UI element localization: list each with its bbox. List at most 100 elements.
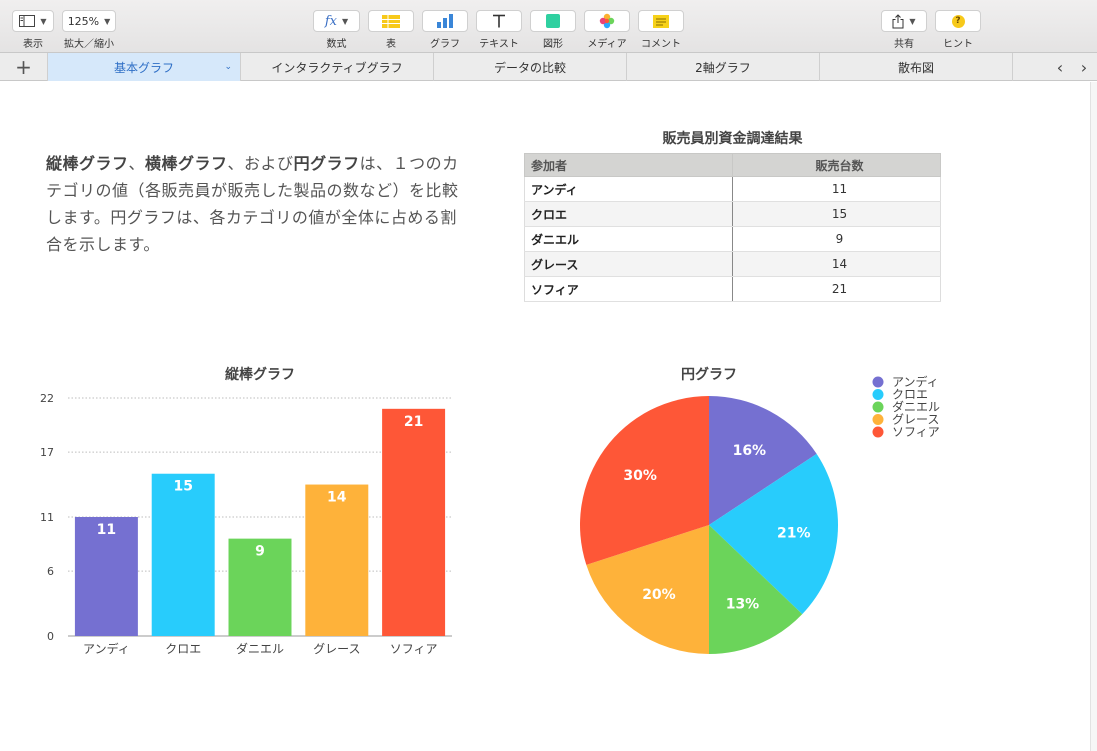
share-button[interactable]: ▼ xyxy=(881,10,927,32)
shape-button[interactable] xyxy=(530,10,576,32)
zoom-value: 125% xyxy=(67,14,100,28)
text-tool[interactable]: テキスト xyxy=(476,10,522,50)
tab-dual-axis-chart[interactable]: 2軸グラフ xyxy=(627,53,820,81)
vertical-scrollbar[interactable] xyxy=(1090,82,1097,751)
bar-value-label: 14 xyxy=(327,490,347,506)
table-cell-name[interactable]: ソフィア xyxy=(524,276,733,302)
bar[interactable] xyxy=(382,408,446,636)
tab-data-comparison[interactable]: データの比較 xyxy=(434,53,627,81)
prev-tab-arrow-icon[interactable]: ‹ xyxy=(1049,53,1071,81)
table-title: 販売員別資金調達結果 xyxy=(662,131,803,147)
table-cell-value[interactable]: 11 xyxy=(732,176,941,202)
intro-text[interactable]: 縦棒グラフ、横棒グラフ、および円グラフは、１つのカテゴリの値（各販売員が販売した… xyxy=(46,150,471,258)
chart-icon xyxy=(437,14,453,28)
table-row: ソフィア 21 xyxy=(524,276,941,302)
x-tick-label: ダニエル xyxy=(236,641,284,656)
legend-swatch xyxy=(872,426,884,438)
table-cell-name[interactable]: クロエ xyxy=(524,201,733,227)
chart-label: グラフ xyxy=(430,39,460,50)
share-menu[interactable]: ▼ 共有 xyxy=(881,10,927,50)
zoom-select[interactable]: 125% ▼ xyxy=(62,10,116,32)
column-chart[interactable]: 縦棒グラフ 0 6 11 17 22 11 アンディ 15 クロエ 9 ダニエル 14 グレース 21 ソフィ… xyxy=(30,362,470,662)
table-cell-name[interactable]: グレース xyxy=(524,251,733,277)
sidebar-view-icon xyxy=(19,15,36,27)
chevron-down-icon: ▼ xyxy=(342,16,349,26)
table-tool[interactable]: 表 xyxy=(368,10,414,50)
tab-interactive-charts[interactable]: インタラクティブグラフ xyxy=(241,53,434,81)
tab-label: インタラクティブグラフ xyxy=(271,60,403,75)
table-cell-name[interactable]: アンディ xyxy=(524,176,733,202)
chart-tool[interactable]: グラフ xyxy=(422,10,468,50)
x-tick-label: クロエ xyxy=(165,642,201,656)
bar[interactable] xyxy=(305,484,369,636)
chart-title: 縦棒グラフ xyxy=(225,366,295,383)
y-tick-label: 6 xyxy=(47,565,54,578)
comment-button[interactable] xyxy=(638,10,684,32)
text-label: テキスト xyxy=(479,39,519,50)
table-cell-value[interactable]: 14 xyxy=(732,251,941,277)
comment-tool[interactable]: コメント xyxy=(638,10,684,50)
pie-chart[interactable]: 円グラフ16%21%13%20%30%アンディクロエダニエルグレースソフィア xyxy=(560,362,960,662)
formula-button[interactable]: fx ▼ xyxy=(313,10,360,32)
tips-icon: ? xyxy=(951,14,965,28)
tips-button[interactable]: ? xyxy=(935,10,981,32)
table-row: ダニエル 9 xyxy=(524,226,941,252)
view-label: 表示 xyxy=(23,39,43,50)
table-row: グレース 14 xyxy=(524,251,941,277)
y-tick-label: 22 xyxy=(40,392,54,405)
intro-sep: 、 xyxy=(128,154,146,173)
table-row: アンディ 11 xyxy=(524,176,941,202)
chevron-down-icon: ▼ xyxy=(909,16,916,26)
intro-bold-column: 縦棒グラフ xyxy=(46,154,129,173)
tab-basic-charts[interactable]: 基本グラフ ⌄ xyxy=(48,53,241,81)
comment-icon xyxy=(653,14,669,28)
view-menu[interactable]: ▼ 表示 xyxy=(12,10,54,50)
text-icon xyxy=(493,14,505,28)
bar-value-label: 15 xyxy=(173,479,192,495)
x-tick-label: アンディ xyxy=(83,641,130,656)
column-header[interactable]: 参加者 xyxy=(524,153,733,177)
text-button[interactable] xyxy=(476,10,522,32)
fx-icon: fx xyxy=(324,13,337,29)
view-button[interactable]: ▼ xyxy=(12,10,54,32)
sheet-tab-bar: + 基本グラフ ⌄ インタラクティブグラフ データの比較 2軸グラフ 散布図 ‹… xyxy=(0,53,1097,81)
zoom-menu[interactable]: 125% ▼ 拡大／縮小 xyxy=(62,10,116,50)
sheet-canvas: 縦棒グラフ、横棒グラフ、および円グラフは、１つのカテゴリの値（各販売員が販売した… xyxy=(0,82,1090,751)
chart-button[interactable] xyxy=(422,10,468,32)
bar-value-label: 11 xyxy=(97,522,116,538)
table-cell-value[interactable]: 21 xyxy=(732,276,941,302)
table-cell-value[interactable]: 15 xyxy=(732,201,941,227)
next-tab-arrow-icon[interactable]: › xyxy=(1073,53,1095,81)
zoom-label: 拡大／縮小 xyxy=(64,39,114,50)
legend-swatch xyxy=(872,376,884,388)
media-tool[interactable]: メディア xyxy=(584,10,630,50)
table-button[interactable] xyxy=(368,10,414,32)
chevron-down-icon[interactable]: ⌄ xyxy=(224,62,232,72)
table-cell-value[interactable]: 9 xyxy=(732,226,941,252)
sales-table[interactable]: 参加者 販売台数 アンディ 11 クロエ 15 ダニエル 9 グレース 14 ソ xyxy=(524,153,941,302)
table-row: クロエ 15 xyxy=(524,201,941,227)
media-icon xyxy=(599,13,615,29)
intro-bold-pie: 円グラフ xyxy=(293,154,360,173)
media-button[interactable] xyxy=(584,10,630,32)
toolbar: ▼ 表示 125% ▼ 拡大／縮小 fx ▼ 数式 表 グラフ テキスト 図形 … xyxy=(0,0,1097,53)
column-header[interactable]: 販売台数 xyxy=(732,153,941,177)
shape-tool[interactable]: 図形 xyxy=(530,10,576,50)
bar[interactable] xyxy=(151,473,215,636)
intro-mid: 、および xyxy=(227,154,294,173)
pie-percent-label: 16% xyxy=(733,443,767,459)
plus-icon: + xyxy=(15,55,32,79)
formula-menu[interactable]: fx ▼ 数式 xyxy=(313,10,360,50)
tab-label: 散布図 xyxy=(897,60,934,75)
y-tick-label: 17 xyxy=(40,446,54,459)
table-cell-name[interactable]: ダニエル xyxy=(524,226,733,252)
add-sheet-button[interactable]: + xyxy=(0,53,48,81)
tab-scatter-chart[interactable]: 散布図 xyxy=(820,53,1013,81)
legend-swatch xyxy=(872,389,884,400)
comment-label: コメント xyxy=(641,39,681,50)
tips-tool[interactable]: ? ヒント xyxy=(935,10,981,50)
y-tick-label: 11 xyxy=(40,511,54,524)
shape-label: 図形 xyxy=(543,39,563,50)
shape-icon xyxy=(546,14,560,28)
legend-label: ソフィア xyxy=(892,425,940,439)
